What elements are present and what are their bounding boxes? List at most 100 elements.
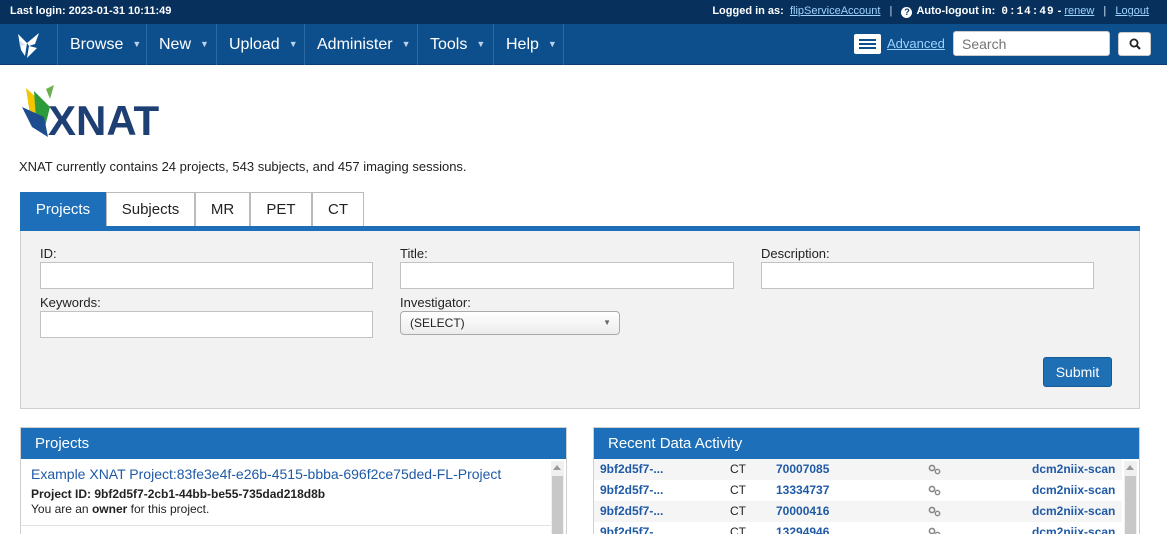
activity-pipeline-link[interactable]: dcm2niix-scan	[1032, 522, 1115, 534]
caret-down-icon: ▼	[547, 39, 557, 49]
tab-subjects[interactable]: Subjects	[106, 192, 195, 226]
projects-panel: Projects Example XNAT Project:83fe3e4f-e…	[20, 427, 567, 534]
activity-pipeline-link[interactable]: dcm2niix-scan	[1032, 501, 1115, 522]
gears-icon	[928, 464, 941, 475]
projects-scrollbar[interactable]	[551, 461, 564, 534]
username-link[interactable]: flipServiceAccount	[790, 5, 881, 17]
advanced-search-icon[interactable]	[854, 34, 881, 54]
xnat-logo: XNAT	[20, 85, 160, 144]
tab-ct[interactable]: CT	[312, 192, 364, 226]
activity-row: 9bf2d5f7-... CT 70000416 dcm2niix-scan	[594, 501, 1122, 522]
activity-session-link[interactable]: 70007085	[776, 459, 829, 480]
investigator-label: Investigator:	[400, 295, 471, 310]
gears-icon	[928, 527, 941, 534]
activity-modality: CT	[730, 462, 746, 476]
last-login-label: Last login:	[10, 5, 66, 17]
gears-icon	[928, 506, 941, 517]
nav-divider	[563, 24, 564, 65]
description-label: Description:	[761, 246, 830, 261]
search-input[interactable]	[953, 31, 1110, 56]
home-logo-icon[interactable]	[0, 24, 57, 65]
nav-upload[interactable]: Upload ▼	[216, 24, 304, 65]
activity-modality: CT	[730, 525, 746, 534]
nav-browse-label: Browse	[70, 36, 124, 53]
scroll-up-icon[interactable]	[553, 465, 561, 470]
id-field[interactable]	[40, 262, 373, 289]
description-field[interactable]	[761, 262, 1094, 289]
submit-button[interactable]: Submit	[1043, 357, 1112, 387]
search-button[interactable]	[1118, 32, 1151, 56]
investigator-select[interactable]: (SELECT) ▼	[400, 311, 620, 335]
tab-pet[interactable]: PET	[250, 192, 312, 226]
renew-link[interactable]: renew	[1064, 5, 1094, 17]
xnat-logo-text: XNAT	[48, 97, 160, 140]
help-icon[interactable]: ?	[901, 7, 913, 18]
last-login: Last login: 2023-01-31 10:11:49	[10, 5, 171, 17]
caret-down-icon: ▼	[288, 39, 298, 49]
id-label: ID:	[40, 246, 57, 261]
advanced-search-link[interactable]: Advanced	[887, 36, 945, 51]
tab-projects[interactable]: Projects	[20, 192, 106, 226]
activity-modality: CT	[730, 483, 746, 497]
role-value: owner	[91, 502, 128, 516]
logout-link[interactable]: Logout	[1115, 5, 1149, 17]
caret-down-icon: ▼	[132, 39, 142, 49]
nav-tools-label: Tools	[430, 36, 468, 53]
activity-project-link[interactable]: 9bf2d5f7-...	[600, 501, 663, 522]
caret-down-icon: ▼	[200, 39, 209, 49]
activity-row: 9bf2d5f7-... CT 70007085 dcm2niix-scan	[594, 459, 1122, 480]
role-prefix: You are an	[31, 502, 89, 516]
separator: |	[1103, 5, 1107, 17]
top-status-bar: Last login: 2023-01-31 10:11:49 Logged i…	[0, 0, 1167, 24]
nav-help-label: Help	[506, 36, 539, 53]
activity-pipeline-link[interactable]: dcm2niix-scan	[1032, 459, 1115, 480]
title-field[interactable]	[400, 262, 734, 289]
separator: |	[889, 5, 893, 17]
activity-project-link[interactable]: 9bf2d5f7-...	[600, 459, 663, 480]
activity-project-link[interactable]: 9bf2d5f7-...	[600, 522, 663, 534]
activity-project-link[interactable]: 9bf2d5f7-...	[600, 480, 663, 501]
divider	[21, 525, 551, 526]
role-suffix: for this project.	[130, 502, 210, 516]
caret-down-icon: ▼	[401, 39, 411, 49]
nav-administer[interactable]: Administer ▼	[304, 24, 417, 65]
nav-administer-label: Administer	[317, 36, 393, 53]
activity-row: 9bf2d5f7-... CT 13294946 dcm2niix-scan	[594, 522, 1122, 534]
nav-new[interactable]: New ▼	[146, 24, 216, 65]
session-info: Logged in as: flipServiceAccount | ? Auto…	[712, 5, 1149, 18]
logged-in-label: Logged in as:	[712, 5, 784, 17]
title-label: Title:	[400, 246, 428, 261]
caret-down-icon: ▼	[476, 39, 486, 49]
project-role: You are an owner for this project.	[31, 502, 209, 516]
tab-mr[interactable]: MR	[195, 192, 250, 226]
search-icon	[1129, 38, 1141, 50]
activity-session-link[interactable]: 70000416	[776, 501, 829, 522]
scroll-thumb[interactable]	[1125, 476, 1136, 534]
activity-session-link[interactable]: 13294946	[776, 522, 829, 534]
site-summary: XNAT currently contains 24 projects, 543…	[19, 159, 467, 174]
nav-browse[interactable]: Browse ▼	[57, 24, 146, 65]
activity-session-link[interactable]: 13334737	[776, 480, 829, 501]
investigator-value: (SELECT)	[410, 316, 465, 330]
dropdown-arrow-icon: ▼	[603, 318, 611, 327]
main-nav: Browse ▼ New ▼ Upload ▼ Administer ▼ Tools ▼ …	[0, 24, 1167, 65]
autologout-label: Auto-logout in:	[916, 5, 996, 17]
nav-help[interactable]: Help ▼	[493, 24, 563, 65]
activity-modality: CT	[730, 504, 746, 518]
project-id: Project ID: 9bf2d5f7-2cb1-44bb-be55-735d…	[31, 487, 326, 501]
nav-tools[interactable]: Tools ▼	[417, 24, 493, 65]
activity-pipeline-link[interactable]: dcm2niix-scan	[1032, 480, 1115, 501]
activity-scrollbar[interactable]	[1124, 461, 1137, 534]
last-login-value: 2023-01-31 10:11:49	[68, 5, 172, 17]
project-search-form: ID: Title: Description: Keywords: Invest…	[20, 231, 1140, 409]
nav-upload-label: Upload	[229, 36, 280, 53]
keywords-field[interactable]	[40, 311, 373, 338]
recent-activity-panel: Recent Data Activity 9bf2d5f7-... CT 700…	[593, 427, 1140, 534]
dash: -	[1057, 5, 1062, 17]
gears-icon	[928, 485, 941, 496]
activity-row: 9bf2d5f7-... CT 13334737 dcm2niix-scan	[594, 480, 1122, 501]
activity-panel-header: Recent Data Activity	[594, 428, 1139, 459]
scroll-thumb[interactable]	[552, 476, 563, 534]
project-title-link[interactable]: Example XNAT Project:83fe3e4f-e26b-4515-…	[31, 466, 501, 482]
scroll-up-icon[interactable]	[1126, 465, 1134, 470]
